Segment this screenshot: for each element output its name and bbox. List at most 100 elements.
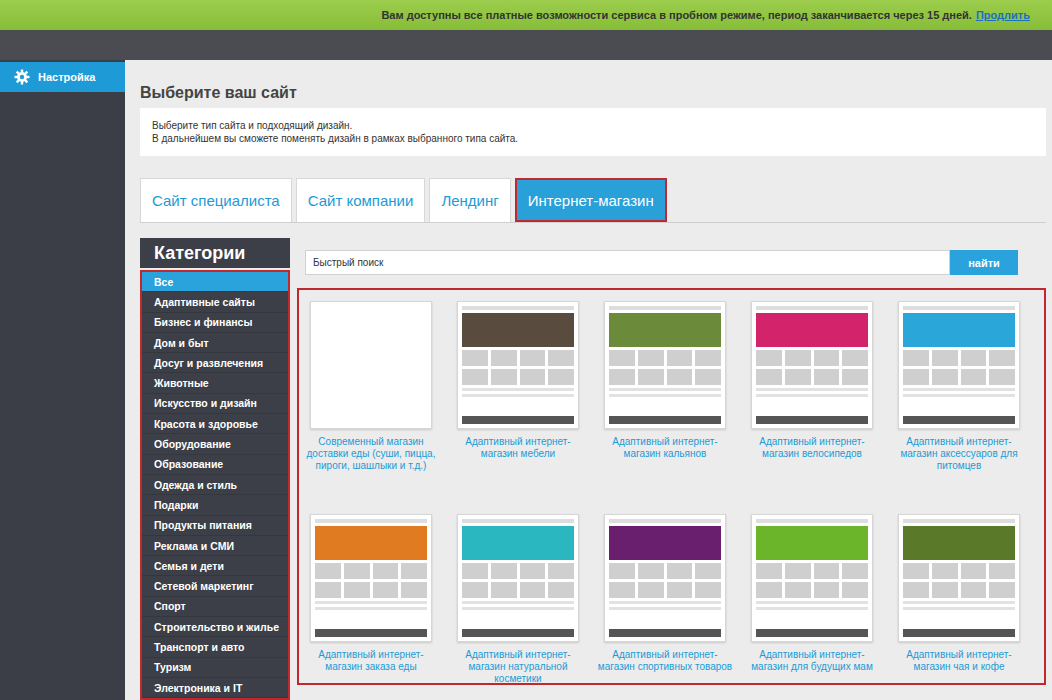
template-card[interactable]: Адаптивный интернет-магазин мебели	[448, 301, 588, 501]
category-item[interactable]: Спорт	[142, 597, 288, 617]
preview-header	[462, 306, 574, 310]
category-item[interactable]: Продукты питания	[142, 516, 288, 536]
preview-line	[609, 388, 721, 391]
template-grid: Современный магазин доставки еды (суши, …	[297, 288, 1046, 685]
template-preview[interactable]	[457, 301, 579, 429]
category-item[interactable]: Оборудование	[142, 434, 288, 454]
tab-label: Сайт компании	[308, 192, 414, 209]
category-item[interactable]: Транспорт и авто	[142, 637, 288, 657]
template-title[interactable]: Адаптивный интернет-магазин мебели	[450, 436, 586, 460]
template-card[interactable]: Адаптивный интернет-магазин кальянов	[595, 301, 735, 501]
template-preview[interactable]	[898, 514, 1020, 642]
category-item[interactable]: Туризм	[142, 658, 288, 678]
template-title[interactable]: Адаптивный интернет-магазин кальянов	[597, 436, 733, 460]
preview-product	[373, 563, 399, 579]
template-title[interactable]: Адаптивный интернет-магазин натуральной …	[450, 649, 586, 685]
preview-row	[903, 350, 1015, 366]
preview-product	[638, 369, 664, 385]
category-item[interactable]: Электроника и IT	[142, 678, 288, 698]
tab-label: Сайт специалиста	[152, 192, 280, 209]
search-input[interactable]	[305, 250, 950, 275]
preview-product	[520, 563, 546, 579]
search-button[interactable]: найти	[950, 250, 1018, 275]
preview-row	[609, 369, 721, 385]
template-preview[interactable]	[604, 514, 726, 642]
template-preview[interactable]	[604, 301, 726, 429]
template-title[interactable]: Адаптивный интернет-магазин аксессуаров …	[891, 436, 1027, 472]
template-preview[interactable]	[751, 301, 873, 429]
category-item[interactable]: Бизнес и финансы	[142, 313, 288, 333]
category-item[interactable]: Адаптивные сайты	[142, 292, 288, 312]
category-item[interactable]: Семья и дети	[142, 556, 288, 576]
category-item[interactable]: Образование	[142, 455, 288, 475]
preview-banner	[903, 313, 1015, 347]
category-label: Туризм	[154, 661, 191, 673]
category-item[interactable]: Строительство и жилье	[142, 617, 288, 637]
sidebar-item[interactable]: Настройка	[0, 62, 125, 92]
hint-line: Выберите тип сайта и подходящий дизайн.	[152, 119, 1034, 132]
category-label: Адаптивные сайты	[154, 296, 255, 308]
category-item[interactable]: Досуг и развлечения	[142, 353, 288, 373]
category-item[interactable]: Одежда и стиль	[142, 475, 288, 495]
category-label: Искусство и дизайн	[154, 397, 257, 409]
preview-product	[401, 563, 427, 579]
category-item[interactable]: Все	[142, 272, 288, 292]
preview-header	[756, 519, 868, 523]
template-preview[interactable]	[310, 301, 432, 429]
preview-line	[756, 388, 868, 391]
category-item[interactable]: Искусство и дизайн	[142, 394, 288, 414]
preview-product	[520, 369, 546, 385]
category-label: Семья и дети	[154, 560, 224, 572]
template-preview[interactable]	[457, 514, 579, 642]
template-card[interactable]: Современный магазин доставки еды (суши, …	[301, 301, 441, 501]
template-title[interactable]: Современный магазин доставки еды (суши, …	[303, 436, 439, 472]
template-title[interactable]: Адаптивный интернет-магазин велосипедов	[744, 436, 880, 460]
template-card[interactable]: Адаптивный интернет-магазин заказа еды	[301, 514, 441, 685]
tab[interactable]: Сайт специалиста	[140, 178, 292, 222]
category-item[interactable]: Подарки	[142, 495, 288, 515]
template-title[interactable]: Адаптивный интернет-магазин заказа еды	[303, 649, 439, 673]
extend-link[interactable]: Продлить	[976, 9, 1030, 21]
category-item[interactable]: Реклама и СМИ	[142, 536, 288, 556]
tab-label: Интернет-магазин	[528, 192, 654, 209]
template-card[interactable]: Адаптивный интернет-магазин спортивных т…	[595, 514, 735, 685]
template-title[interactable]: Адаптивный интернет-магазин для будущих …	[744, 649, 880, 673]
preview-product	[932, 582, 958, 598]
template-preview[interactable]	[751, 514, 873, 642]
preview-product	[609, 350, 635, 366]
category-item[interactable]: Сетевой маркетинг	[142, 576, 288, 596]
preview-header	[315, 519, 427, 523]
preview-footer	[315, 629, 427, 637]
preview-product	[842, 350, 868, 366]
template-preview[interactable]	[310, 514, 432, 642]
preview-product	[315, 563, 341, 579]
tab[interactable]: Лендинг	[429, 178, 510, 222]
template-card[interactable]: Адаптивный интернет-магазин натуральной …	[448, 514, 588, 685]
preview-product	[903, 563, 929, 579]
template-card[interactable]: Адаптивный интернет-магазин чая и кофе	[889, 514, 1029, 685]
preview-line	[903, 601, 1015, 604]
page-title: Выберите ваш сайт	[140, 84, 1046, 102]
template-card[interactable]: Адаптивный интернет-магазин для будущих …	[742, 514, 882, 685]
preview-banner	[756, 313, 868, 347]
tab[interactable]: Интернет-магазин	[515, 178, 667, 222]
template-preview[interactable]	[898, 301, 1020, 429]
tab[interactable]: Сайт компании	[296, 178, 426, 222]
template-title[interactable]: Адаптивный интернет-магазин спортивных т…	[597, 649, 733, 673]
preview-footer	[462, 416, 574, 424]
preview-line	[462, 601, 574, 604]
category-label: Образование	[154, 458, 223, 470]
template-card[interactable]: Адаптивный интернет-магазин аксессуаров …	[889, 301, 1029, 501]
preview-product	[989, 563, 1015, 579]
template-title[interactable]: Адаптивный интернет-магазин чая и кофе	[891, 649, 1027, 673]
preview-footer	[462, 629, 574, 637]
preview-product	[989, 582, 1015, 598]
category-item[interactable]: Дом и быт	[142, 333, 288, 353]
preview-banner	[756, 526, 868, 560]
category-item[interactable]: Красота и здоровье	[142, 414, 288, 434]
category-item[interactable]: Животные	[142, 373, 288, 393]
preview-header	[609, 306, 721, 310]
preview-product	[903, 582, 929, 598]
template-card[interactable]: Адаптивный интернет-магазин велосипедов	[742, 301, 882, 501]
preview-product	[814, 563, 840, 579]
